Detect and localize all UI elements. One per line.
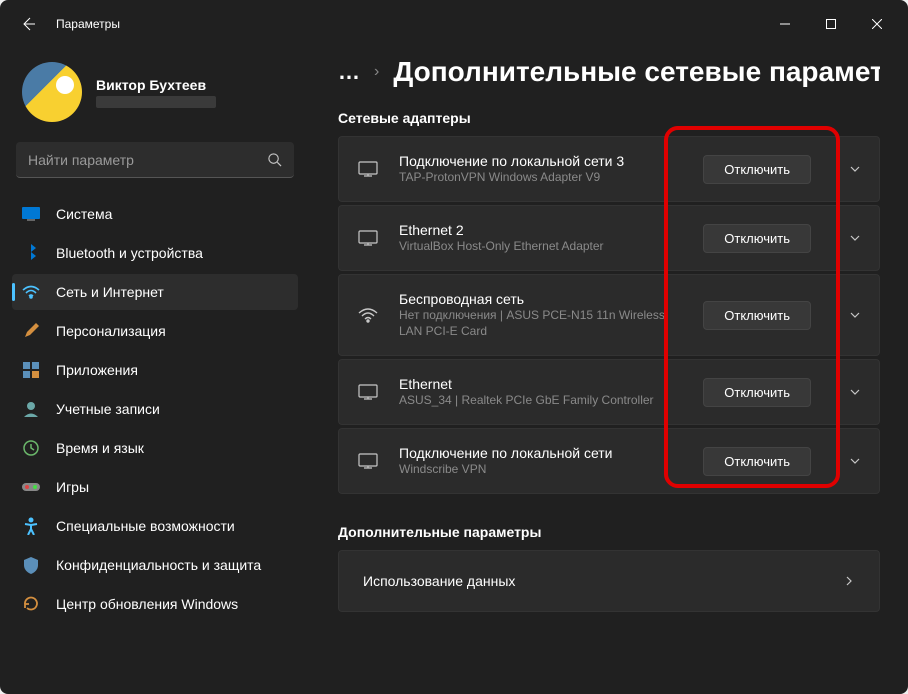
adapter-title: Подключение по локальной сети [399,445,683,461]
monitor-icon [357,161,379,177]
adapter-title: Беспроводная сеть [399,291,683,307]
chevron-right-icon: › [374,63,379,81]
titlebar: Параметры [0,0,908,48]
wifi-icon [22,283,40,301]
nav-bluetooth[interactable]: Bluetooth и устройства [12,235,298,271]
adapter-title: Ethernet [399,376,683,392]
content: … › Дополнительные сетевые параметр Сете… [310,48,908,694]
breadcrumb-more[interactable]: … [338,59,360,85]
gamepad-icon [22,478,40,496]
system-icon [22,205,40,223]
back-button[interactable] [8,4,48,44]
nav-update[interactable]: Центр обновления Windows [12,586,298,622]
adapter-row: Подключение по локальной сети 3TAP-Proto… [338,136,880,202]
nav-label: Специальные возможности [56,518,235,534]
adapter-sub: TAP-ProtonVPN Windows Adapter V9 [399,170,683,186]
page-title: Дополнительные сетевые параметр [393,56,880,88]
user-icon [22,400,40,418]
shield-icon [22,556,40,574]
disable-button[interactable]: Отключить [703,378,811,407]
brush-icon [22,322,40,340]
nav-accounts[interactable]: Учетные записи [12,391,298,427]
close-button[interactable] [854,8,900,40]
section-adapters-title: Сетевые адаптеры [338,110,880,126]
search-input[interactable] [28,152,267,168]
adapter-row: Беспроводная сетьНет подключения | ASUS … [338,274,880,356]
window-title: Параметры [56,17,120,31]
disable-button[interactable]: Отключить [703,301,811,330]
section-more-title: Дополнительные параметры [338,524,880,540]
update-icon [22,595,40,613]
nav-label: Bluetooth и устройства [56,245,203,261]
nav-label: Сеть и Интернет [56,284,164,300]
adapter-row: EthernetASUS_34 | Realtek PCIe GbE Famil… [338,359,880,425]
adapter-row: Подключение по локальной сетиWindscribe … [338,428,880,494]
disable-button[interactable]: Отключить [703,447,811,476]
arrow-left-icon [20,16,36,32]
nav-label: Учетные записи [56,401,160,417]
wifi-icon [357,308,379,323]
accessibility-icon [22,517,40,535]
monitor-icon [357,230,379,246]
adapter-sub: Windscribe VPN [399,462,683,478]
nav-apps[interactable]: Приложения [12,352,298,388]
apps-icon [22,361,40,379]
disable-button[interactable]: Отключить [703,224,811,253]
nav-label: Приложения [56,362,138,378]
nav-accessibility[interactable]: Специальные возможности [12,508,298,544]
user-block[interactable]: Виктор Бухтеев [12,48,298,142]
avatar [22,62,82,122]
nav-label: Система [56,206,112,222]
adapter-title: Ethernet 2 [399,222,683,238]
monitor-icon [357,453,379,469]
nav-label: Игры [56,479,89,495]
user-email [96,96,216,108]
nav-label: Время и язык [56,440,144,456]
user-name: Виктор Бухтеев [96,77,216,93]
search-box[interactable] [16,142,294,178]
search-icon [267,152,282,167]
bluetooth-icon [22,244,40,262]
nav-privacy[interactable]: Конфиденциальность и защита [12,547,298,583]
nav-time[interactable]: Время и язык [12,430,298,466]
nav-system[interactable]: Система [12,196,298,232]
nav-label: Персонализация [56,323,166,339]
sidebar: Виктор Бухтеев Система Bluetooth и устро… [0,48,310,694]
nav-gaming[interactable]: Игры [12,469,298,505]
settings-window: Параметры Виктор Бухтеев Сис [0,0,908,694]
nav-network[interactable]: Сеть и Интернет [12,274,298,310]
monitor-icon [357,384,379,400]
adapter-sub: ASUS_34 | Realtek PCIe GbE Family Contro… [399,393,683,409]
data-usage-row[interactable]: Использование данных [338,550,880,612]
adapter-sub: VirtualBox Host-Only Ethernet Adapter [399,239,683,255]
minimize-icon [780,19,790,29]
close-icon [872,19,882,29]
chevron-down-icon[interactable] [849,232,861,244]
chevron-down-icon[interactable] [849,386,861,398]
maximize-button[interactable] [808,8,854,40]
nav: Система Bluetooth и устройства Сеть и Ин… [12,196,298,622]
minimize-button[interactable] [762,8,808,40]
adapter-row: Ethernet 2VirtualBox Host-Only Ethernet … [338,205,880,271]
disable-button[interactable]: Отключить [703,155,811,184]
clock-icon [22,439,40,457]
adapters-list: Подключение по локальной сети 3TAP-Proto… [338,136,880,494]
chevron-right-icon [843,575,855,587]
row-title: Использование данных [363,573,825,589]
breadcrumb: … › Дополнительные сетевые параметр [338,56,880,88]
nav-label: Конфиденциальность и защита [56,557,261,573]
nav-personalization[interactable]: Персонализация [12,313,298,349]
chevron-down-icon[interactable] [849,309,861,321]
chevron-down-icon[interactable] [849,455,861,467]
nav-label: Центр обновления Windows [56,596,238,612]
chevron-down-icon[interactable] [849,163,861,175]
adapter-title: Подключение по локальной сети 3 [399,153,683,169]
maximize-icon [826,19,836,29]
adapter-sub: Нет подключения | ASUS PCE-N15 11n Wirel… [399,308,683,339]
